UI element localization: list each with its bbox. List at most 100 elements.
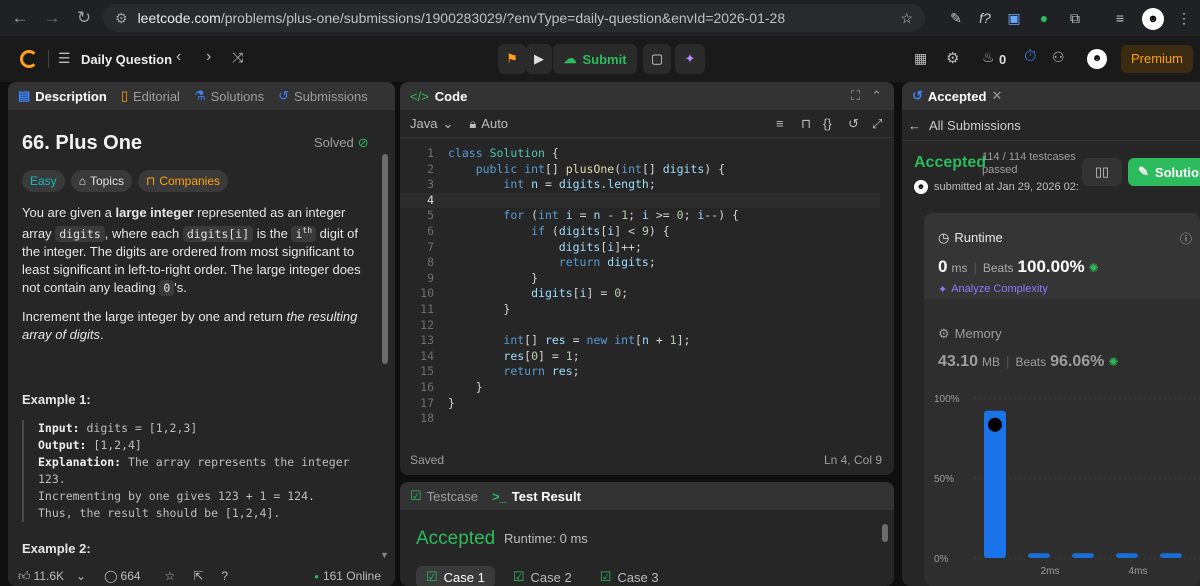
x-tick-label: 4ms [1129, 566, 1148, 577]
edit-icon: ✎ [1138, 164, 1149, 179]
bookmark-star-icon[interactable]: ☆ [900, 10, 913, 27]
cursor-position: Ln 4, Col 9 [823, 453, 882, 467]
run-button[interactable]: ▶ [526, 44, 552, 74]
expand-icon[interactable]: ⤢ [872, 116, 882, 132]
streak-fire-icon[interactable]: ♨ [982, 49, 995, 66]
close-icon[interactable]: ✕ [991, 88, 1002, 104]
y-tick-label: 0% [934, 554, 949, 565]
like-button[interactable]: 👍︎ 11.6K [18, 569, 64, 584]
tab-accepted[interactable]: ↺ Accepted ✕ [912, 88, 1002, 104]
analyze-complexity-link[interactable]: ✦ Analyze Complexity [938, 283, 1048, 296]
tab-submissions-label: Submissions [293, 88, 368, 104]
leetcode-logo-icon[interactable] [20, 50, 38, 68]
problem-description: You are given a large integer represente… [22, 204, 372, 297]
bookmark-icon[interactable]: ⊓ [801, 116, 811, 132]
superscript: th [302, 226, 313, 235]
test-scrollbar[interactable] [882, 524, 888, 542]
stats-card: ◷ Runtime ⓘ 0 ms | Beats 100.00% ✺ ✦ Analy… [924, 213, 1200, 586]
favorite-star-icon[interactable]: ☆ [165, 569, 176, 583]
example-explanation: Explanation: The array represents the in… [38, 454, 374, 471]
settings-gear-icon[interactable]: ⚙ [946, 49, 959, 67]
collapse-chevron-icon[interactable]: ⌃ [871, 88, 882, 104]
maximize-icon[interactable]: ⛶ [851, 88, 860, 104]
braces-icon[interactable]: {} [823, 116, 832, 131]
reset-icon[interactable]: ↺ [848, 116, 859, 132]
topics-tag[interactable]: ⌂ Topics [70, 170, 132, 192]
tab-test-result[interactable]: >_ Test Result [492, 489, 581, 504]
desc-text: , where each [104, 225, 183, 241]
case-3-tab[interactable]: ☑ Case 3 [590, 566, 669, 586]
media-control-icon[interactable]: ≡ [1110, 8, 1130, 28]
problem-list-icon[interactable]: ☰ [58, 50, 71, 67]
check-circle-icon: ⊘ [357, 135, 369, 150]
submission-divider [902, 140, 1200, 141]
layout-extension-icon[interactable]: ▣ [1004, 8, 1024, 28]
stats-divider: | [1006, 354, 1010, 369]
clock-icon: ◷ [938, 230, 950, 245]
ai-assist-button[interactable]: ✦ [675, 44, 705, 74]
case-1-tab[interactable]: ☑ Case 1 [416, 566, 495, 586]
prev-problem-icon[interactable]: ‹ [176, 48, 181, 66]
comments-button[interactable]: ◯ 664 [104, 569, 140, 583]
submitter-avatar: ☻ [914, 180, 928, 194]
test-tabs: ☑ Testcase >_ Test Result [400, 482, 894, 510]
code-editor[interactable]: 1 class Solution { 2 public int[] plusOne… [400, 146, 880, 427]
tab-editorial[interactable]: ▯ Editorial [121, 88, 180, 104]
description-scrollbar[interactable] [382, 154, 388, 364]
scroll-down-icon[interactable]: ▼ [380, 550, 389, 560]
premium-button[interactable]: Premium [1121, 45, 1193, 73]
help-icon[interactable]: ? [221, 569, 228, 583]
user-avatar[interactable]: ☻ [1087, 49, 1107, 69]
site-info-icon[interactable]: ⚙ [115, 10, 128, 27]
editor-toolbar: Java ⌄ 🔒︎ Auto ≡ ⊓ {} ↺ ⤢ [400, 110, 894, 138]
companies-tag[interactable]: ⊓ Companies [137, 170, 229, 192]
lock-icon: ⊓ [145, 174, 156, 188]
shield-extension-icon[interactable]: ● [1034, 8, 1054, 28]
tag-icon: ⌂ [78, 174, 86, 188]
puzzle-extensions-icon[interactable]: ⧉ [1065, 8, 1085, 28]
eyedropper-extension-icon[interactable]: ✎ [946, 8, 966, 28]
tab-description[interactable]: ▤ Description [18, 88, 107, 104]
next-problem-icon[interactable]: › [206, 48, 211, 66]
address-bar[interactable]: ⚙ leetcode.com/problems/plus-one/submiss… [103, 4, 925, 32]
submission-tabs: ↺ Accepted ✕ [902, 82, 1200, 110]
profile-avatar-icon[interactable]: ☻ [1142, 8, 1164, 30]
tab-submissions[interactable]: ↺ Submissions [278, 88, 368, 104]
random-problem-icon[interactable]: ⤨ [232, 49, 243, 66]
auto-label: Auto [481, 115, 509, 131]
code-line: 6 if (digits[i] < 9) { [427, 223, 670, 238]
chip-icon: ⚙ [938, 326, 950, 341]
layout-grid-icon[interactable]: ▦ [914, 50, 927, 67]
runtime-unit: ms [951, 261, 968, 275]
reload-icon[interactable]: ↻ [70, 4, 98, 32]
auto-mode[interactable]: 🔒︎ Auto [469, 116, 508, 132]
debug-button[interactable]: ⚑ [498, 44, 526, 74]
url-host: leetcode.com [137, 10, 221, 26]
all-submissions-link[interactable]: ← All Submissions [908, 118, 1021, 133]
solution-button[interactable]: ✎ Solution [1128, 158, 1200, 186]
language-select[interactable]: Java ⌄ [410, 116, 453, 132]
runtime-beats: 100.00% [1017, 257, 1085, 276]
formula-extension-icon[interactable]: f? [975, 8, 995, 28]
code-line: 7 digits[i]++; [427, 239, 642, 254]
submit-button[interactable]: ☁ Submit [553, 44, 637, 74]
memory-title-label: Memory [954, 326, 1002, 341]
editorial-button[interactable]: ▯▯ [1082, 158, 1122, 186]
case-2-tab[interactable]: ☑ Case 2 [503, 566, 582, 586]
timer-icon[interactable]: ⏱ [1024, 48, 1036, 66]
forward-icon[interactable]: → [38, 4, 66, 32]
memory-unit: MB [982, 355, 1001, 369]
daily-question-link[interactable]: Daily Question [81, 52, 172, 67]
saved-status: Saved [410, 453, 445, 467]
runtime-info-icon[interactable]: ⓘ [1180, 230, 1192, 247]
menu-kebab-icon[interactable]: ⋮ [1174, 8, 1194, 28]
tab-solutions[interactable]: ⚗ Solutions [194, 88, 264, 104]
notes-button[interactable]: ▢ [643, 44, 671, 74]
dislike-icon[interactable]: ⌄ [76, 569, 86, 583]
format-icon[interactable]: ≡ [776, 116, 784, 131]
back-icon[interactable]: ← [6, 4, 34, 32]
tab-testcase[interactable]: ☑ Testcase [410, 488, 478, 504]
add-friend-icon[interactable]: ⚇ [1052, 49, 1065, 66]
share-icon[interactable]: ⇱ [193, 569, 203, 583]
desc-text: Increment the large integer by one and r… [22, 309, 287, 324]
